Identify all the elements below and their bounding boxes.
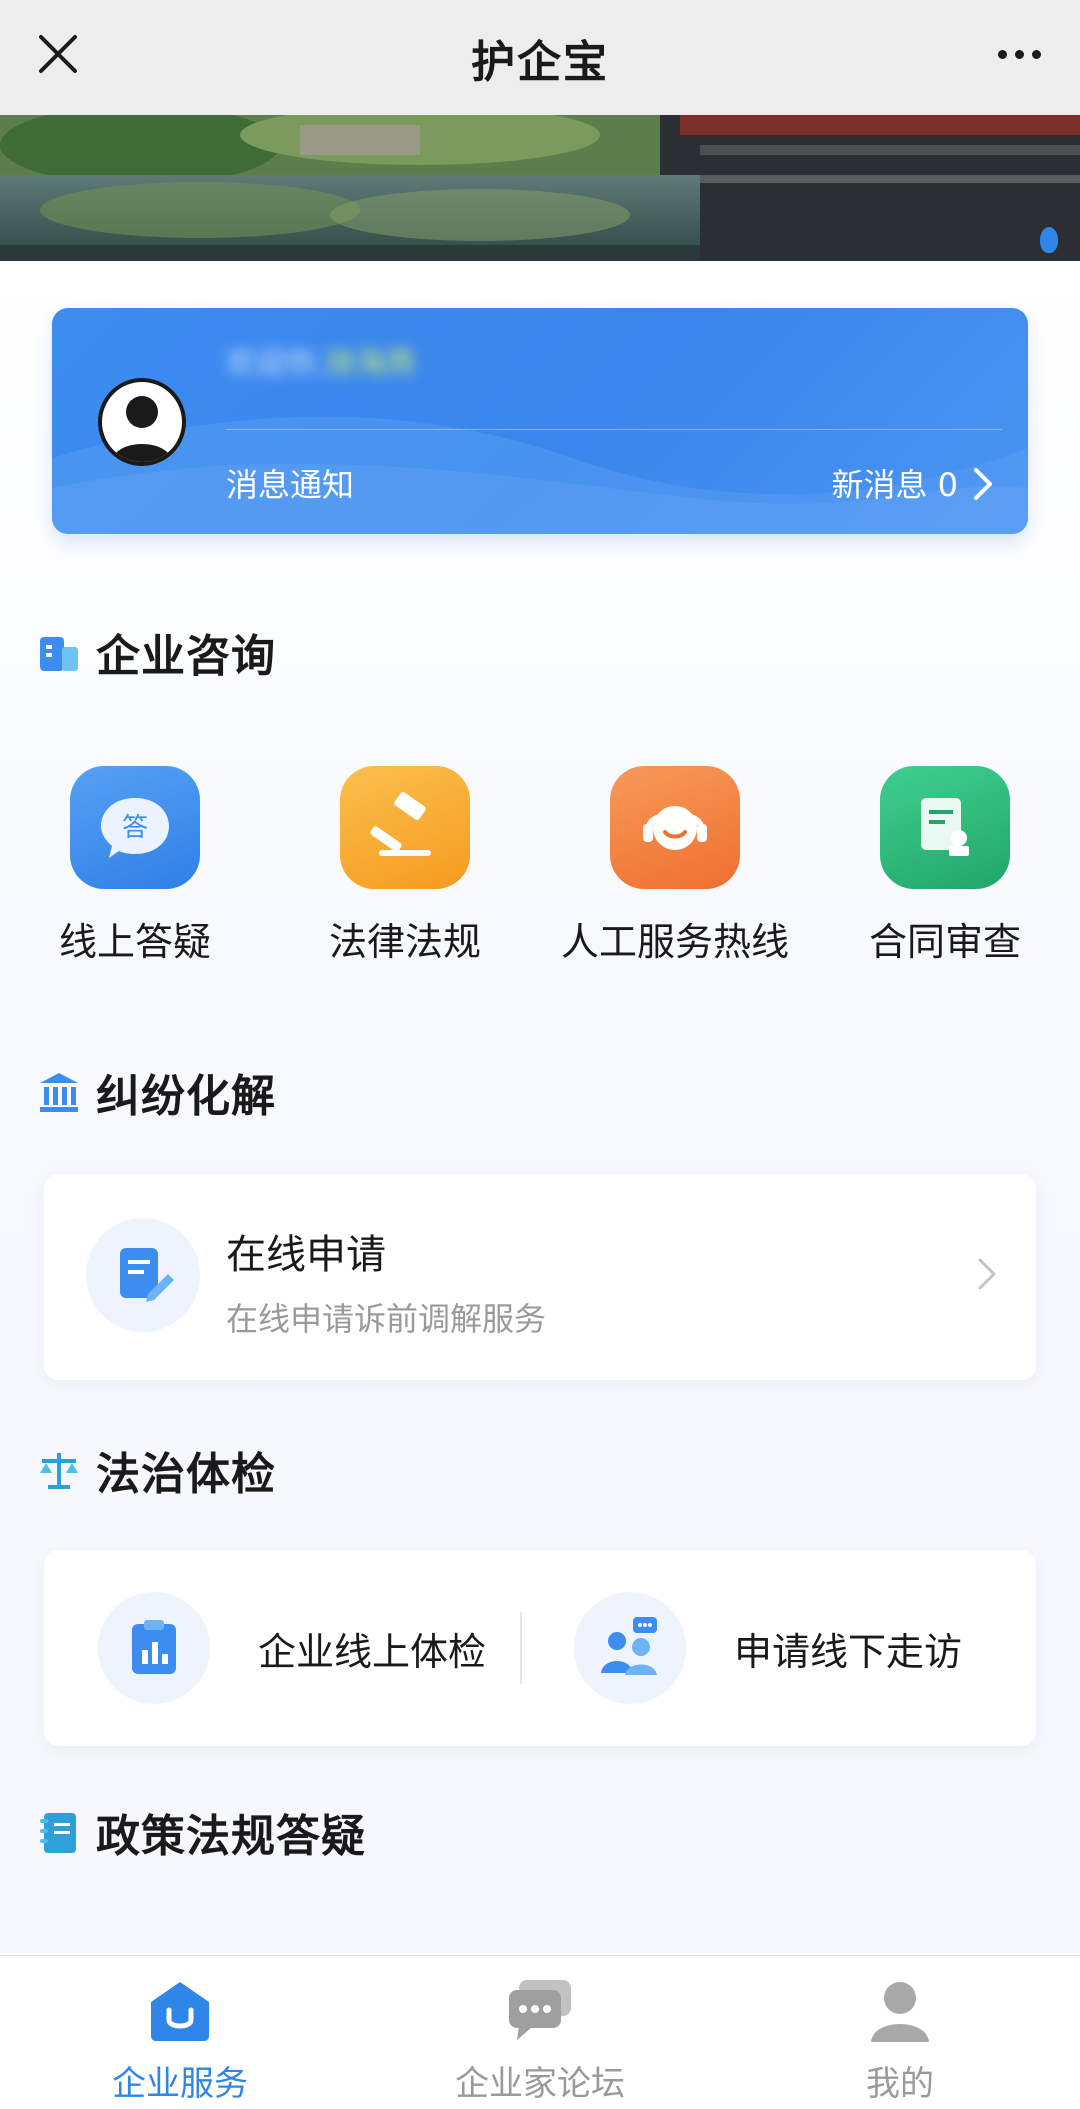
section-title: 政策法规答疑: [96, 1811, 366, 1862]
close-icon[interactable]: [28, 24, 88, 84]
section-checkup-header: 法治体检: [36, 1438, 276, 1502]
welcome-card[interactable]: 欢迎你,徐海燕 消息通知 新消息 0: [52, 308, 1028, 534]
laws-regulations-item[interactable]: 法律法规: [270, 766, 540, 966]
section-title: 法治体检: [96, 1449, 276, 1500]
user-icon: [865, 1976, 935, 2046]
welcome-greeting: 欢迎你,徐海燕: [226, 346, 416, 381]
laws-regulations-label: 法律法规: [328, 920, 481, 964]
tab-entrepreneur-forum[interactable]: 企业家论坛: [360, 1956, 720, 2109]
hotline-label: 人工服务热线: [560, 920, 789, 964]
svg-text:答: 答: [122, 813, 148, 843]
bottom-tab-bar: 企业服务 企业家论坛 我的: [0, 1955, 1080, 2109]
online-apply-title: 在线申请: [226, 1232, 386, 1278]
notebook-icon: [36, 1809, 82, 1855]
page-title: 护企宝: [471, 36, 609, 88]
section-dispute-header: 纠纷化解: [36, 1060, 276, 1124]
more-options-icon[interactable]: [984, 24, 1054, 84]
headset-icon: [610, 766, 740, 889]
contract-review-item[interactable]: 合同审查: [810, 766, 1080, 966]
section-title: 企业咨询: [96, 631, 276, 682]
top-nav-bar: 护企宝: [0, 0, 1080, 115]
home-icon: [145, 1976, 215, 2046]
banner-indicator: [1040, 227, 1058, 253]
chat-answer-icon: 答: [70, 766, 200, 889]
online-apply-card[interactable]: 在线申请 在线申请诉前调解服务: [44, 1174, 1036, 1380]
divider: [520, 1612, 522, 1684]
contract-review-label: 合同审查: [868, 920, 1021, 964]
contract-stamp-icon: [880, 766, 1010, 889]
section-title: 纠纷化解: [96, 1071, 276, 1122]
scales-icon: [36, 1447, 82, 1493]
offline-visit-label: 申请线下走访: [734, 1629, 963, 1674]
chat-bubbles-icon: [505, 1976, 575, 2046]
tab-label: 我的: [866, 2064, 934, 2104]
online-qa-label: 线上答疑: [58, 920, 211, 964]
section-consult-header: 企业咨询: [36, 620, 276, 684]
courthouse-icon: [36, 1069, 82, 1115]
avatar[interactable]: [98, 378, 186, 466]
offline-visit-item[interactable]: 申请线下走访: [574, 1550, 1064, 1746]
online-checkup-label: 企业线上体检: [258, 1629, 487, 1674]
consult-grid: 答 线上答疑 法律法规 人工服务热线 合同审查: [0, 766, 1080, 966]
tab-label: 企业服务: [112, 2064, 248, 2104]
new-message-count[interactable]: 新消息 0: [831, 460, 958, 506]
chevron-right-icon[interactable]: [976, 1256, 998, 1292]
banner-image[interactable]: [0, 115, 1080, 261]
legal-checkup-card: 企业线上体检 申请线下走访: [44, 1550, 1036, 1746]
people-chat-icon: [574, 1592, 686, 1704]
hotline-item[interactable]: 人工服务热线: [540, 766, 810, 966]
online-apply-subtitle: 在线申请诉前调解服务: [226, 1300, 547, 1338]
section-policy-header: 政策法规答疑: [36, 1800, 366, 1864]
tab-mine[interactable]: 我的: [720, 1956, 1080, 2109]
tab-enterprise-service[interactable]: 企业服务: [0, 1956, 360, 2109]
online-checkup-item[interactable]: 企业线上体检: [98, 1550, 588, 1746]
chevron-right-icon[interactable]: [968, 464, 998, 504]
divider: [226, 429, 1002, 430]
clipboard-chart-icon: [98, 1592, 210, 1704]
online-qa-item[interactable]: 答 线上答疑: [0, 766, 270, 966]
message-notice-label[interactable]: 消息通知: [226, 460, 354, 506]
edit-document-icon: [86, 1218, 200, 1332]
tab-label: 企业家论坛: [455, 2064, 625, 2104]
building-icon: [36, 629, 82, 675]
gavel-icon: [340, 766, 470, 889]
